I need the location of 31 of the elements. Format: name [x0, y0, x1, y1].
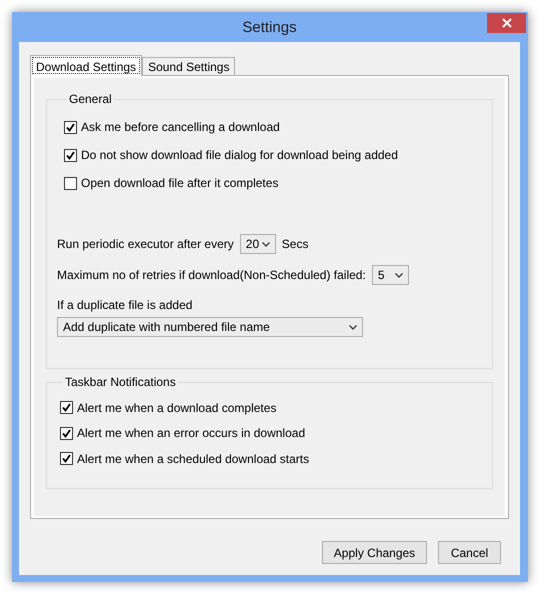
checkbox[interactable]	[64, 148, 77, 162]
dialog-button[interactable]: Cancel	[438, 541, 501, 564]
checkbox-label: Alert me when an error occurs in download	[77, 426, 306, 440]
close-button[interactable]	[487, 13, 526, 33]
tab[interactable]: Download Settings	[30, 55, 142, 76]
window-title: Settings	[242, 18, 297, 36]
checkbox-label: Ask me before cancelling a download	[81, 120, 280, 134]
checkbox[interactable]	[60, 426, 73, 440]
dropdown[interactable]: 5	[372, 265, 409, 285]
checkbox[interactable]	[60, 452, 73, 466]
checkbox[interactable]	[64, 176, 77, 190]
group-title: General	[68, 92, 113, 106]
checkbox-label: Alert me when a download completes	[77, 400, 276, 415]
checkbox-label: Alert me when a scheduled download starts	[77, 452, 310, 466]
close-icon	[502, 18, 512, 28]
field-label: Maximum no of retries if download(Non-Scheduled) failed:	[57, 268, 366, 282]
unit-label: Secs	[282, 237, 308, 251]
checkbox-label: Open download file after it completes	[81, 176, 278, 190]
dialog-button[interactable]: Apply Changes	[322, 541, 427, 564]
group-title: Taskbar Notifications	[64, 375, 177, 389]
caret-icon	[349, 324, 357, 330]
dropdown[interactable]: Add duplicate with numbered file name	[57, 317, 363, 337]
field-label: If a duplicate file is added	[57, 298, 194, 312]
tab[interactable]: Sound Settings	[142, 57, 236, 75]
dropdown[interactable]: 20	[240, 234, 276, 254]
checkbox-label: Do not show download file dialog for download being added	[81, 148, 398, 162]
caret-icon	[262, 242, 270, 246]
checkbox[interactable]	[64, 120, 77, 134]
field-label: Run periodic executor after every	[57, 237, 234, 251]
checkbox[interactable]	[60, 401, 73, 414]
caret-icon	[394, 272, 403, 278]
